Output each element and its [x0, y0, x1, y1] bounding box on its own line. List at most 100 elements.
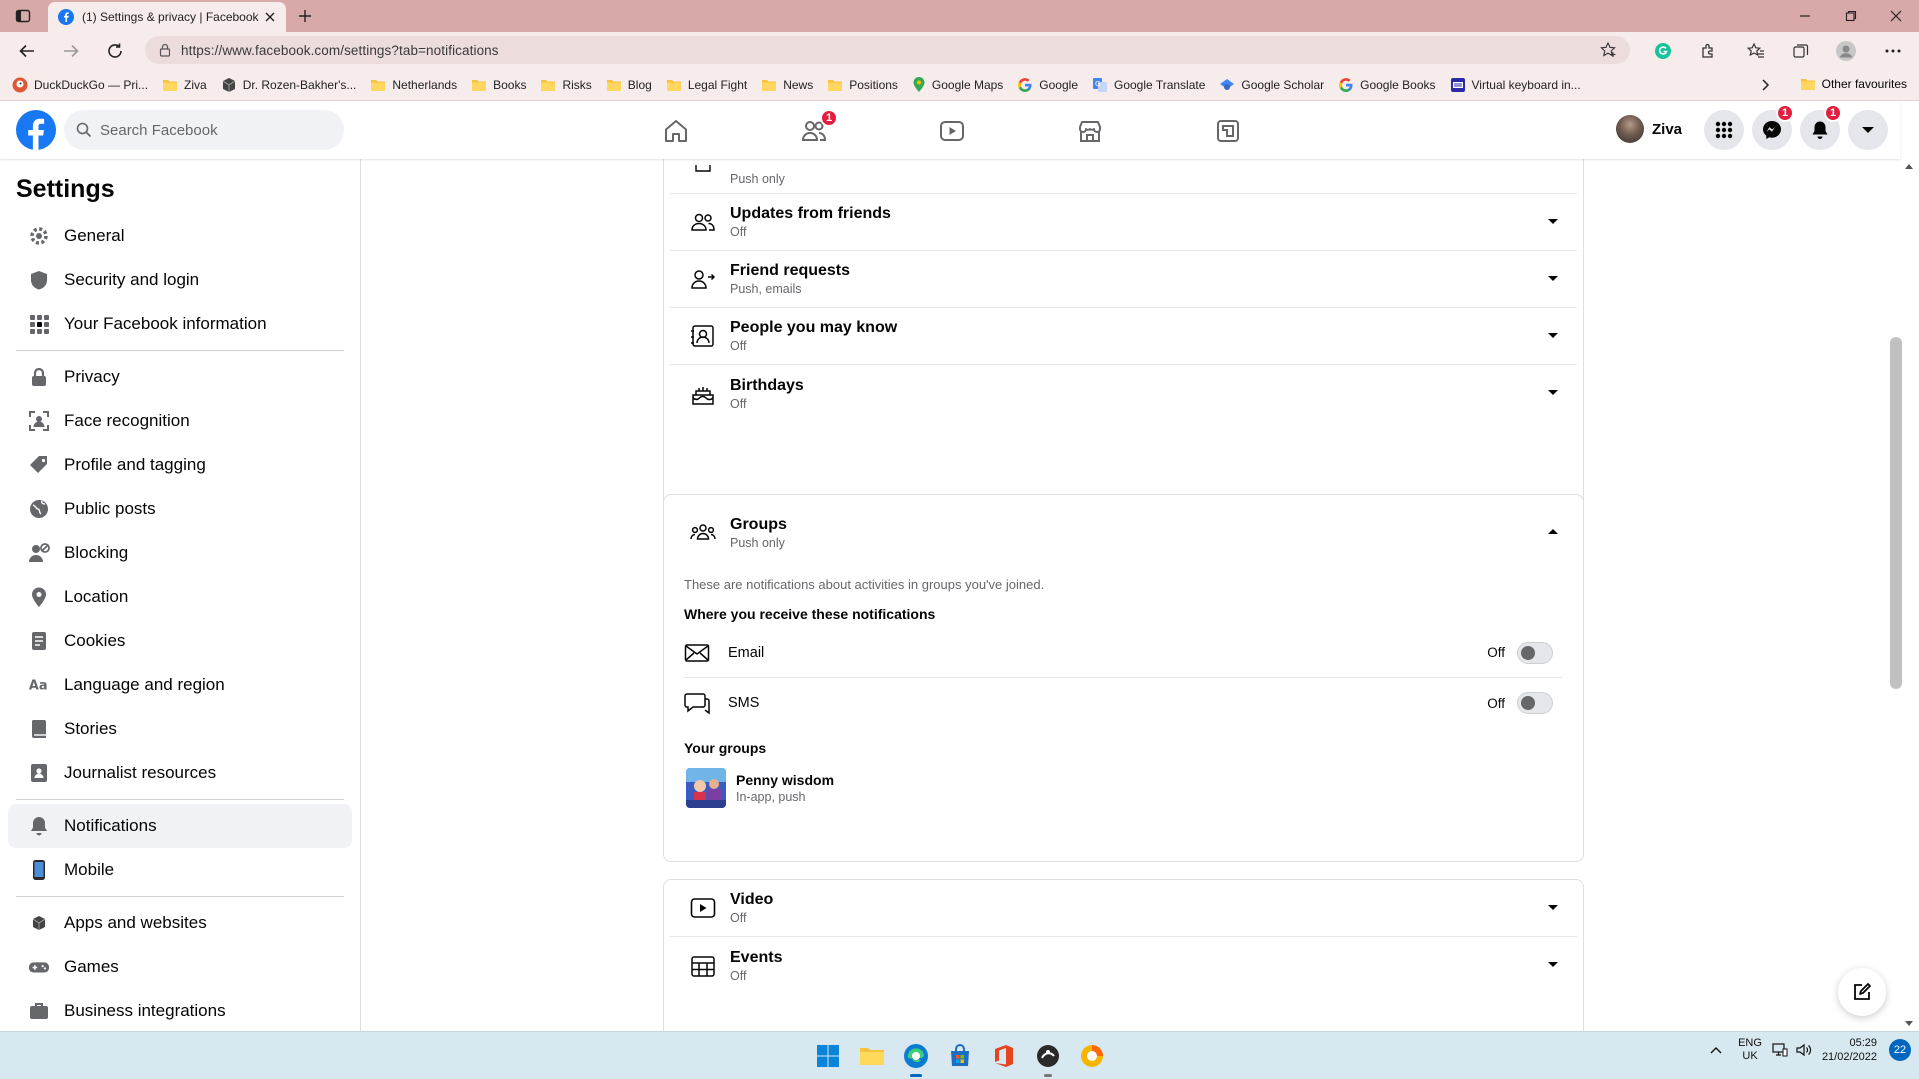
sidebar-item-your-facebook-information[interactable]: Your Facebook information	[8, 302, 352, 346]
edge-browser-icon[interactable]	[902, 1042, 930, 1077]
more-options-icon[interactable]	[1882, 40, 1904, 62]
sidebar-item-location[interactable]: Location	[8, 575, 352, 619]
other-favourites-folder[interactable]: Other favourites	[1800, 77, 1907, 91]
settings-row-people-you-may-know[interactable]: People you may know Off	[670, 308, 1577, 365]
app-icon-dark[interactable]	[1034, 1042, 1062, 1077]
facebook-logo-icon[interactable]	[16, 110, 56, 150]
bookmark-news[interactable]: News	[761, 78, 813, 92]
restore-window-icon[interactable]	[1840, 5, 1862, 27]
grammarly-icon[interactable]	[1652, 40, 1674, 62]
chevron-down-icon[interactable]	[1547, 961, 1559, 969]
windows-start-icon[interactable]	[814, 1042, 842, 1070]
chevron-down-icon[interactable]	[1547, 218, 1559, 226]
new-tab-icon[interactable]	[294, 5, 316, 27]
back-icon[interactable]	[16, 40, 38, 62]
sidebar-item-public-posts[interactable]: Public posts	[8, 487, 352, 531]
volume-icon[interactable]	[1796, 1043, 1812, 1057]
settings-row-events[interactable]: Events Off	[670, 937, 1577, 994]
sidebar-item-privacy[interactable]: Privacy	[8, 355, 352, 399]
menu-grid-icon[interactable]	[1704, 110, 1744, 150]
chevron-down-icon[interactable]	[1547, 389, 1559, 397]
nav-watch-icon[interactable]	[896, 109, 1008, 153]
sidebar-item-mobile[interactable]: Mobile	[8, 848, 352, 892]
office-icon[interactable]	[990, 1042, 1018, 1070]
messenger-icon[interactable]: 1	[1752, 104, 1794, 150]
minimize-window-icon[interactable]	[1794, 5, 1816, 27]
sms-toggle[interactable]	[1517, 692, 1553, 714]
group-item[interactable]: Penny wisdom In-app, push	[686, 768, 1583, 808]
bookmark-google[interactable]: Google	[1017, 77, 1078, 93]
bookmark-legal-fight[interactable]: Legal Fight	[666, 78, 747, 92]
nav-home-icon[interactable]	[620, 109, 732, 153]
settings-row-friend-requests[interactable]: Friend requests Push, emails	[670, 251, 1577, 308]
bookmark-positions[interactable]: Positions	[827, 78, 898, 92]
sidebar-item-journalist-resources[interactable]: Journalist resources	[8, 751, 352, 795]
sidebar-item-security-and-login[interactable]: Security and login	[8, 258, 352, 302]
sidebar-item-face-recognition[interactable]: Face recognition	[8, 399, 352, 443]
bookmark-risks[interactable]: Risks	[540, 78, 592, 92]
browser-tab[interactable]: (1) Settings & privacy | Facebook	[48, 2, 286, 32]
chevron-up-icon[interactable]	[1710, 1046, 1722, 1054]
sidebar-item-games[interactable]: Games	[8, 945, 352, 989]
chevron-down-icon[interactable]	[1547, 904, 1559, 912]
favorite-star-icon[interactable]	[1600, 42, 1618, 58]
email-toggle[interactable]	[1517, 641, 1553, 664]
bookmark-google-translate[interactable]: G Google Translate	[1092, 77, 1205, 93]
sidebar-item-profile-and-tagging[interactable]: Profile and tagging	[8, 443, 352, 487]
close-tab-icon[interactable]	[264, 11, 276, 23]
more-bookmarks-chevron-icon[interactable]	[1762, 79, 1770, 91]
sidebar-item-general[interactable]: General	[8, 214, 352, 258]
nav-friends-icon[interactable]: 1	[758, 109, 870, 153]
close-window-icon[interactable]	[1885, 5, 1907, 27]
profile-button[interactable]: Ziva	[1616, 115, 1682, 143]
forward-icon[interactable]	[60, 40, 82, 62]
tab-actions-icon[interactable]	[12, 5, 34, 27]
settings-row-video[interactable]: Video Off	[670, 880, 1577, 937]
notification-center-badge[interactable]: 22	[1889, 1039, 1911, 1061]
chevron-up-icon[interactable]	[1547, 527, 1559, 535]
file-explorer-icon[interactable]	[858, 1042, 886, 1070]
language-indicator[interactable]: ENG UK	[1738, 1037, 1762, 1063]
sidebar-item-blocking[interactable]: Blocking	[8, 531, 352, 575]
chevron-down-icon[interactable]	[1547, 275, 1559, 283]
account-dropdown-icon[interactable]	[1848, 110, 1888, 150]
sidebar-item-notifications[interactable]: Notifications	[8, 804, 352, 848]
sidebar-item-business-integrations[interactable]: Business integrations	[8, 989, 352, 1031]
bookmark-ziva[interactable]: Ziva	[162, 78, 207, 92]
new-message-button[interactable]	[1838, 968, 1886, 1016]
settings-row-birthdays[interactable]: Birthdays Off	[670, 365, 1577, 422]
url-bar[interactable]: https://www.facebook.com/settings?tab=no…	[145, 36, 1630, 64]
bookmark-dr-rozen-bakher-s[interactable]: Dr. Rozen-Bakher's...	[221, 77, 356, 93]
bookmark-duckduckgo-pri[interactable]: DuckDuckGo — Pri...	[12, 77, 148, 93]
bookmark-google-books[interactable]: Google Books	[1338, 77, 1436, 93]
scrollbar-thumb[interactable]	[1890, 337, 1902, 689]
sidebar-item-apps-and-websites[interactable]: Apps and websites	[8, 901, 352, 945]
search-input[interactable]: Search Facebook	[64, 110, 344, 150]
chevron-down-icon[interactable]	[1547, 332, 1559, 340]
nav-gaming-icon[interactable]	[1172, 109, 1284, 153]
bookmark-virtual-keyboard-in[interactable]: Virtual keyboard in...	[1450, 77, 1581, 93]
collections-icon[interactable]	[1790, 40, 1812, 62]
notifications-bell-icon[interactable]: 1	[1800, 104, 1842, 150]
bookmark-netherlands[interactable]: Netherlands	[370, 78, 457, 92]
favorites-icon[interactable]	[1745, 40, 1767, 62]
bookmark-google-maps[interactable]: Google Maps	[912, 76, 1003, 93]
bookmark-blog[interactable]: Blog	[606, 78, 652, 92]
settings-row-hidden-top[interactable]: Push only	[670, 159, 1577, 194]
bookmark-books[interactable]: Books	[471, 78, 526, 92]
reload-icon[interactable]	[104, 40, 126, 62]
microsoft-store-icon[interactable]	[946, 1042, 974, 1070]
sidebar-item-stories[interactable]: Stories	[8, 707, 352, 751]
taskbar-clock[interactable]: 05:29 21/02/2022	[1822, 1036, 1877, 1064]
sidebar-item-language-and-region[interactable]: Aa Language and region	[8, 663, 352, 707]
nav-marketplace-icon[interactable]	[1034, 109, 1146, 153]
network-icon[interactable]	[1772, 1043, 1788, 1057]
groups-row[interactable]: Groups Push only	[670, 495, 1577, 571]
browser-profile-icon[interactable]	[1835, 40, 1857, 62]
app-icon-yellow[interactable]	[1078, 1042, 1106, 1070]
extensions-icon[interactable]	[1697, 40, 1719, 62]
sidebar-item-cookies[interactable]: Cookies	[8, 619, 352, 663]
bookmark-google-scholar[interactable]: Google Scholar	[1219, 77, 1324, 93]
settings-row-updates-from-friends[interactable]: Updates from friends Off	[670, 194, 1577, 251]
page-scrollbar[interactable]	[1900, 159, 1919, 1031]
